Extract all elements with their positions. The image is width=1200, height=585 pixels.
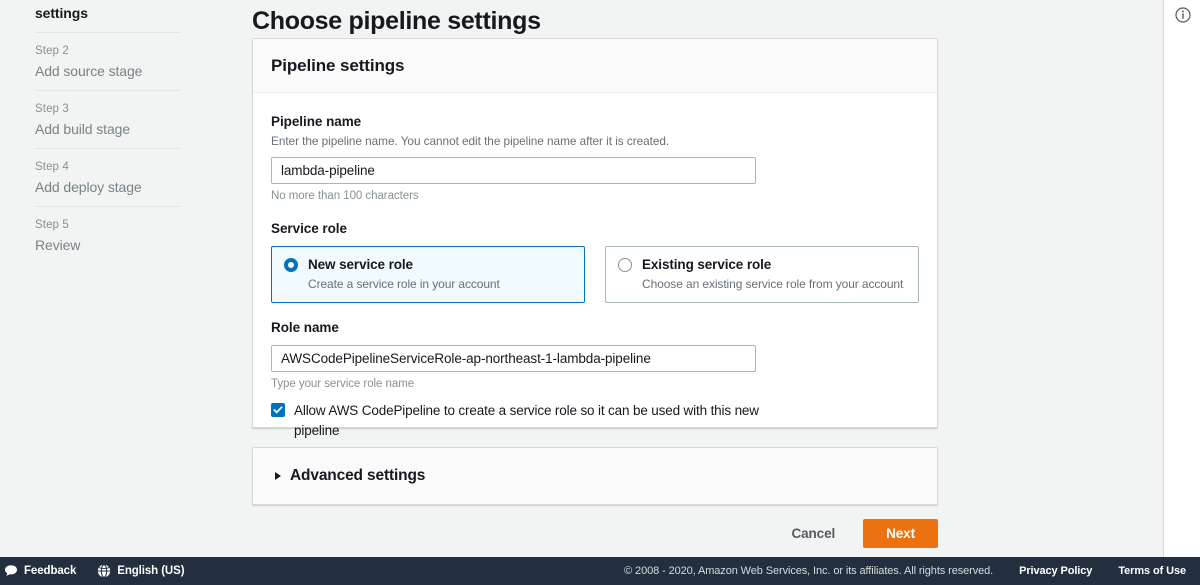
sidebar-step-3-number: Step 3 — [35, 103, 69, 115]
speech-bubble-icon — [5, 565, 17, 576]
footer-feedback-link[interactable]: Feedback — [4, 564, 76, 578]
footer-language-selector[interactable]: English (US) — [97, 564, 185, 578]
sidebar-step-4[interactable]: Step 4 Add deploy stage — [35, 149, 180, 207]
footer-left-group: Feedback English (US) — [0, 564, 185, 578]
radio-new-service-role-subtitle: Create a service role in your account — [308, 277, 500, 291]
service-role-label: Service role — [271, 221, 347, 236]
footer-privacy-policy-link[interactable]: Privacy Policy — [1019, 565, 1092, 577]
pipeline-settings-card: Pipeline settings Pipeline name Enter th… — [252, 38, 938, 438]
sidebar-step-2-label: Add source stage — [35, 63, 143, 79]
footer-right-group: © 2008 - 2020, Amazon Web Services, Inc.… — [624, 565, 1186, 577]
footer-copyright: © 2008 - 2020, Amazon Web Services, Inc.… — [624, 565, 994, 577]
wizard-step-sidebar: settings Step 2 Add source stage Step 3 … — [0, 0, 215, 557]
pipeline-settings-title: Pipeline settings — [271, 55, 405, 75]
wizard-action-bar: Cancel Next — [252, 519, 938, 548]
pipeline-name-field-group: Pipeline name Enter the pipeline name. Y… — [271, 113, 919, 204]
footer-language-label: English (US) — [117, 565, 185, 577]
sidebar-step-1-label: settings — [35, 5, 88, 21]
sidebar-step-5-number: Step 5 — [35, 219, 69, 231]
role-name-field-group: Role name AWSCodePipelineServiceRole-ap-… — [271, 319, 919, 392]
pipeline-name-description: Enter the pipeline name. You cannot edit… — [271, 134, 670, 148]
radio-existing-service-role[interactable]: Existing service role Choose an existing… — [605, 246, 919, 303]
role-name-hint: Type your service role name — [271, 378, 415, 390]
page-title: Choose pipeline settings — [252, 6, 541, 35]
sidebar-step-5-label: Review — [35, 237, 81, 253]
radio-existing-service-role-title: Existing service role — [642, 257, 772, 272]
sidebar-step-2-number: Step 2 — [35, 45, 69, 57]
role-name-label: Role name — [271, 320, 339, 335]
next-button[interactable]: Next — [863, 519, 938, 548]
sidebar-step-4-number: Step 4 — [35, 161, 69, 173]
globe-icon — [98, 564, 111, 578]
pipeline-settings-card-body: Pipeline name Enter the pipeline name. Y… — [253, 93, 937, 459]
sidebar-step-3-label: Add build stage — [35, 121, 131, 137]
radio-new-service-role[interactable]: New service role Create a service role i… — [271, 246, 585, 303]
pipeline-name-input[interactable]: lambda-pipeline — [271, 157, 756, 184]
sidebar-step-3[interactable]: Step 3 Add build stage — [35, 91, 180, 149]
advanced-settings-label: Advanced settings — [290, 467, 426, 484]
advanced-settings-toggle[interactable]: Advanced settings — [253, 448, 937, 504]
aws-console-wizard-page: settings Step 2 Add source stage Step 3 … — [0, 0, 1200, 585]
radio-new-service-role-title: New service role — [308, 257, 413, 272]
info-icon[interactable] — [1175, 7, 1191, 23]
help-panel — [1163, 0, 1200, 557]
allow-service-role-checkbox-label: Allow AWS CodePipeline to create a servi… — [294, 403, 759, 438]
pipeline-name-label: Pipeline name — [271, 114, 362, 129]
advanced-settings-card[interactable]: Advanced settings — [252, 447, 938, 505]
radio-unselected-icon — [618, 258, 632, 272]
main-content: Choose pipeline settings Pipeline settin… — [215, 0, 1162, 557]
checkbox-checked-icon — [271, 403, 285, 417]
radio-existing-service-role-subtitle: Choose an existing service role from you… — [642, 277, 904, 291]
chevron-right-icon — [275, 472, 281, 480]
pipeline-settings-card-header: Pipeline settings — [253, 39, 937, 93]
footer-feedback-label: Feedback — [24, 565, 77, 577]
allow-service-role-checkbox-row[interactable]: Allow AWS CodePipeline to create a servi… — [271, 401, 771, 441]
page-footer: Feedback English (US) © 2008 - 2020, Ama… — [0, 557, 1200, 585]
cancel-button[interactable]: Cancel — [781, 520, 845, 547]
footer-terms-of-use-link[interactable]: Terms of Use — [1118, 565, 1186, 577]
radio-selected-icon — [284, 258, 298, 272]
role-name-input[interactable]: AWSCodePipelineServiceRole-ap-northeast-… — [271, 345, 756, 372]
sidebar-step-4-label: Add deploy stage — [35, 179, 142, 195]
sidebar-step-5[interactable]: Step 5 Review — [35, 207, 180, 255]
sidebar-step-2[interactable]: Step 2 Add source stage — [35, 33, 180, 91]
sidebar-step-1[interactable]: settings — [35, 0, 180, 33]
service-role-radio-group: New service role Create a service role i… — [271, 246, 919, 303]
service-role-field-group: Service role New service role Create a s… — [271, 220, 919, 303]
pipeline-name-hint: No more than 100 characters — [271, 190, 419, 202]
